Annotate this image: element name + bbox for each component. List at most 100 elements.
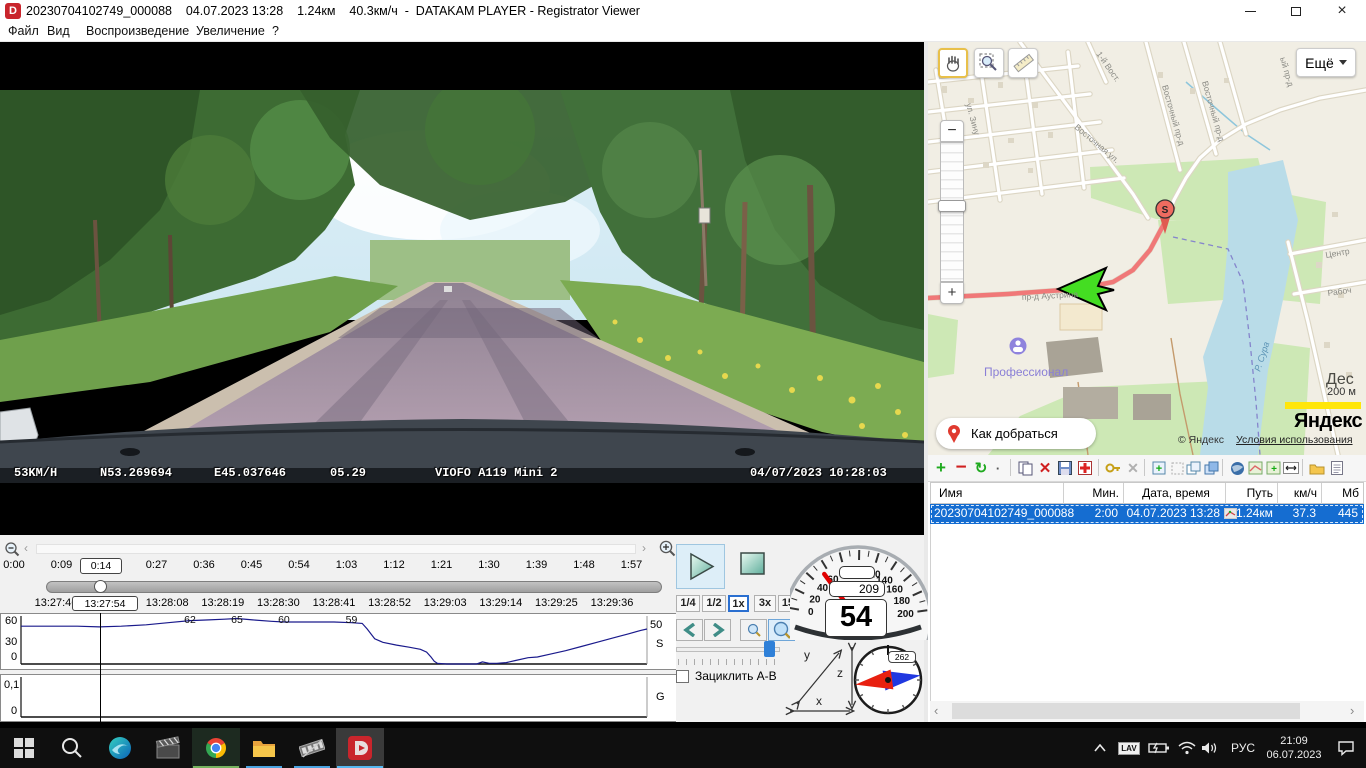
refresh-icon[interactable]: ↻ bbox=[972, 459, 990, 477]
step-back-button[interactable] bbox=[676, 619, 703, 641]
zoom-out-button[interactable] bbox=[740, 619, 767, 641]
play-icon bbox=[691, 554, 713, 579]
toolbar-dropdown-dot[interactable]: · bbox=[994, 459, 1002, 477]
clapperboard-icon bbox=[155, 736, 181, 760]
speed-quarter-button[interactable]: 1/4 bbox=[676, 595, 700, 612]
map-zoom-slider[interactable] bbox=[940, 142, 964, 282]
map-add-icon[interactable]: + bbox=[1264, 459, 1282, 477]
start-button[interactable] bbox=[0, 728, 48, 768]
copy-icon[interactable] bbox=[1016, 459, 1034, 477]
menu-file[interactable]: Файл bbox=[8, 24, 39, 38]
taskbar-search-button[interactable] bbox=[48, 728, 96, 768]
speed-half-button[interactable]: 1/2 bbox=[702, 595, 726, 612]
timeline-label: 1:48 bbox=[573, 559, 594, 571]
first-aid-icon[interactable] bbox=[1076, 459, 1094, 477]
map-zoom-out-button[interactable]: − bbox=[940, 120, 964, 142]
save-icon[interactable] bbox=[1056, 459, 1074, 477]
hscroll-right-arrow[interactable]: › bbox=[1350, 703, 1354, 718]
fit-width-icon[interactable] bbox=[1282, 459, 1300, 477]
col-path[interactable]: Путь bbox=[1231, 486, 1273, 500]
hscroll-thumb[interactable] bbox=[952, 703, 1300, 719]
timeline-scroll-left[interactable]: ‹ bbox=[24, 541, 28, 555]
taskbar-media-app[interactable] bbox=[144, 728, 192, 768]
g-ytick-0: 0 bbox=[11, 705, 17, 717]
col-speed[interactable]: км/ч bbox=[1281, 486, 1317, 500]
timeline-label: 0:54 bbox=[288, 559, 309, 571]
map-more-button[interactable]: Ещё bbox=[1296, 48, 1356, 77]
report-icon[interactable] bbox=[1328, 459, 1346, 477]
timeline-zoom-out-icon[interactable] bbox=[4, 541, 20, 557]
action-center-button[interactable] bbox=[1326, 728, 1366, 768]
tray-clock[interactable]: 21:09 06.07.2023 bbox=[1262, 728, 1326, 768]
loop-ab-checkbox[interactable] bbox=[676, 670, 689, 683]
menu-view[interactable]: Вид bbox=[47, 24, 70, 38]
map-pan-tool[interactable] bbox=[938, 48, 968, 78]
tray-show-hidden[interactable] bbox=[1086, 728, 1114, 768]
directions-button[interactable]: Как добраться bbox=[936, 418, 1096, 449]
map-ruler-tool[interactable] bbox=[1008, 48, 1038, 78]
overlay-camera-model: VIOFO A119 Mini 2 bbox=[435, 466, 557, 480]
add-frame-icon[interactable]: + bbox=[1150, 459, 1168, 477]
timeline-zoom-in-icon[interactable] bbox=[658, 539, 676, 557]
file-table-header[interactable]: Имя Мин. Дата, время Путь км/ч Мб bbox=[930, 482, 1364, 504]
map-zoom-handle[interactable] bbox=[938, 200, 966, 212]
stop-button[interactable] bbox=[740, 552, 766, 575]
gsensor-chart[interactable]: 0,1 0 G bbox=[0, 674, 681, 722]
file-list-empty-area[interactable] bbox=[930, 524, 1364, 701]
poi-professional-label[interactable]: Профессионал bbox=[984, 365, 1068, 379]
map-zoom-in-button[interactable]: + bbox=[940, 282, 964, 304]
close-button[interactable]: × bbox=[1319, 0, 1365, 22]
taskbar-chrome[interactable] bbox=[192, 728, 240, 768]
tray-battery[interactable] bbox=[1144, 728, 1174, 768]
delete-icon[interactable]: ✕ bbox=[1036, 459, 1054, 477]
magnifier-select-icon bbox=[979, 53, 999, 73]
folder-icon[interactable] bbox=[1308, 459, 1326, 477]
play-button[interactable] bbox=[676, 544, 725, 589]
poi-professional-icon[interactable] bbox=[1010, 338, 1027, 355]
timeline-slider-thumb[interactable] bbox=[94, 580, 107, 593]
chart-cursor-line[interactable] bbox=[100, 613, 101, 722]
step-forward-button[interactable] bbox=[704, 619, 731, 641]
map-zoom-select-tool[interactable] bbox=[974, 48, 1004, 78]
timeline-scroll-right[interactable]: › bbox=[642, 541, 646, 555]
taskbar-edge[interactable] bbox=[96, 728, 144, 768]
google-earth-icon[interactable] bbox=[1228, 459, 1246, 477]
col-minutes[interactable]: Мин. bbox=[1071, 486, 1119, 500]
timeline-scroll-strip[interactable] bbox=[36, 544, 636, 554]
tray-language[interactable]: РУС bbox=[1224, 728, 1262, 768]
map-view-icon[interactable] bbox=[1246, 459, 1264, 477]
yandex-logo[interactable]: Яндекс bbox=[1294, 410, 1362, 433]
menu-help[interactable]: ? bbox=[272, 24, 279, 38]
col-size[interactable]: Мб bbox=[1325, 486, 1359, 500]
key-icon[interactable] bbox=[1104, 459, 1122, 477]
menu-zoom[interactable]: Увеличение bbox=[196, 24, 265, 38]
windows-logo-icon bbox=[13, 737, 35, 759]
video-viewport[interactable]: 53KM/H N53.269694 E45.037646 05.29 VIOFO… bbox=[0, 42, 924, 535]
cascade-windows-icon[interactable] bbox=[1184, 459, 1202, 477]
col-name[interactable]: Имя bbox=[939, 486, 962, 500]
speed-3x-button[interactable]: 3x bbox=[754, 595, 776, 612]
map-view[interactable]: S ул. Зину 1-й Вост. Восточная ул. Восто… bbox=[928, 42, 1366, 455]
map-terms-link[interactable]: Условия использования bbox=[1236, 434, 1353, 446]
volume-slider-thumb[interactable] bbox=[764, 641, 775, 657]
tray-volume[interactable] bbox=[1196, 728, 1224, 768]
speed-1x-button[interactable]: 1x bbox=[728, 595, 749, 612]
speed-chart[interactable]: 62656059 60 30 0 50 S bbox=[0, 613, 681, 670]
taskbar-video-editor[interactable] bbox=[288, 728, 336, 768]
tray-lav-filters[interactable]: LAV bbox=[1114, 728, 1144, 768]
timeline-slider-track[interactable] bbox=[46, 581, 662, 593]
file-row-selected[interactable]: 20230704102749_000088 2:00 04.07.2023 13… bbox=[930, 504, 1364, 524]
maximize-button[interactable] bbox=[1273, 0, 1319, 22]
overlay-latitude: N53.269694 bbox=[100, 466, 172, 480]
file-list-hscrollbar[interactable]: ‹ › bbox=[930, 701, 1364, 722]
cascade-active-icon[interactable] bbox=[1202, 459, 1220, 477]
speed-ytick-0: 0 bbox=[11, 651, 17, 663]
col-datetime[interactable]: Дата, время bbox=[1131, 486, 1221, 500]
hscroll-left-arrow[interactable]: ‹ bbox=[934, 703, 938, 718]
remove-file-icon[interactable]: − bbox=[952, 459, 970, 477]
add-file-icon[interactable]: + bbox=[932, 459, 950, 477]
menu-playback[interactable]: Воспроизведение bbox=[86, 24, 189, 38]
taskbar-explorer[interactable] bbox=[240, 728, 288, 768]
taskbar-datakam[interactable] bbox=[336, 728, 384, 768]
minimize-button[interactable] bbox=[1227, 0, 1273, 22]
